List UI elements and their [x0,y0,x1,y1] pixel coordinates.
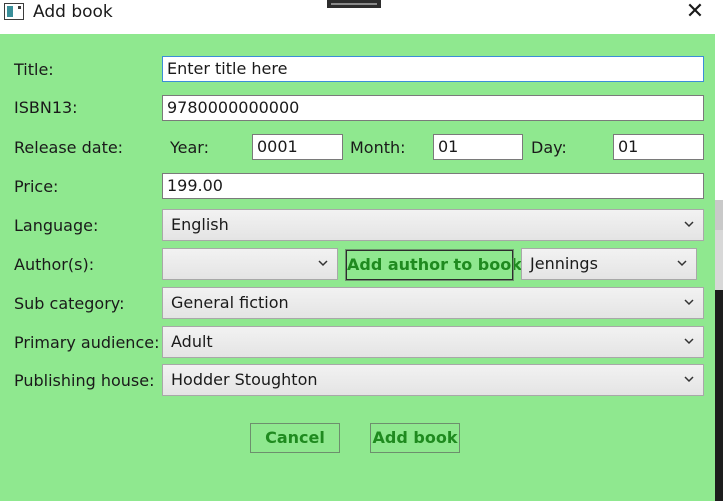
isbn-label: ISBN13: [14,98,78,117]
month-label: Month: [350,138,406,157]
author-name-value: Jennings [530,254,598,273]
window-handle-icon [327,0,381,8]
language-label: Language: [14,216,99,235]
window-title: Add book [33,2,113,22]
title-label: Title: [14,60,54,79]
year-label: Year: [170,138,209,157]
authors-label: Author(s): [14,255,95,274]
cancel-button[interactable]: Cancel [250,423,340,453]
chevron-down-icon [684,376,694,383]
publisher-value: Hodder Stoughton [171,370,318,389]
audience-label: Primary audience: [14,333,160,352]
sub-category-select[interactable]: General fiction [162,287,704,319]
chevron-down-icon [677,260,687,267]
language-value: English [171,215,229,234]
chevron-down-icon [318,260,328,267]
publisher-select[interactable]: Hodder Stoughton [162,364,704,396]
sub-category-value: General fiction [171,293,289,312]
year-input[interactable]: 0001 [252,134,343,160]
background-window-edge [715,34,723,501]
chevron-down-icon [684,338,694,345]
month-input[interactable]: 01 [433,134,523,160]
language-select[interactable]: English [162,209,704,241]
sub-category-label: Sub category: [14,294,125,313]
release-date-label: Release date: [14,138,124,157]
author-select[interactable] [162,248,338,280]
title-bar: Add book ✕ [0,0,723,34]
add-book-button[interactable]: Add book [370,423,460,453]
chevron-down-icon [684,299,694,306]
title-input[interactable]: Enter title here [162,56,704,82]
price-input[interactable]: 199.00 [162,173,704,199]
close-button[interactable]: ✕ [675,0,715,26]
day-label: Day: [531,138,567,157]
author-name-select[interactable]: Jennings [521,248,697,280]
day-input[interactable]: 01 [613,134,704,160]
app-window-icon [4,3,24,20]
price-label: Price: [14,177,59,196]
audience-value: Adult [171,332,213,351]
audience-select[interactable]: Adult [162,326,704,358]
add-author-button[interactable]: Add author to book [345,249,522,281]
chevron-down-icon [684,221,694,228]
publisher-label: Publishing house: [14,371,155,390]
isbn-input[interactable]: 9780000000000 [162,95,704,121]
